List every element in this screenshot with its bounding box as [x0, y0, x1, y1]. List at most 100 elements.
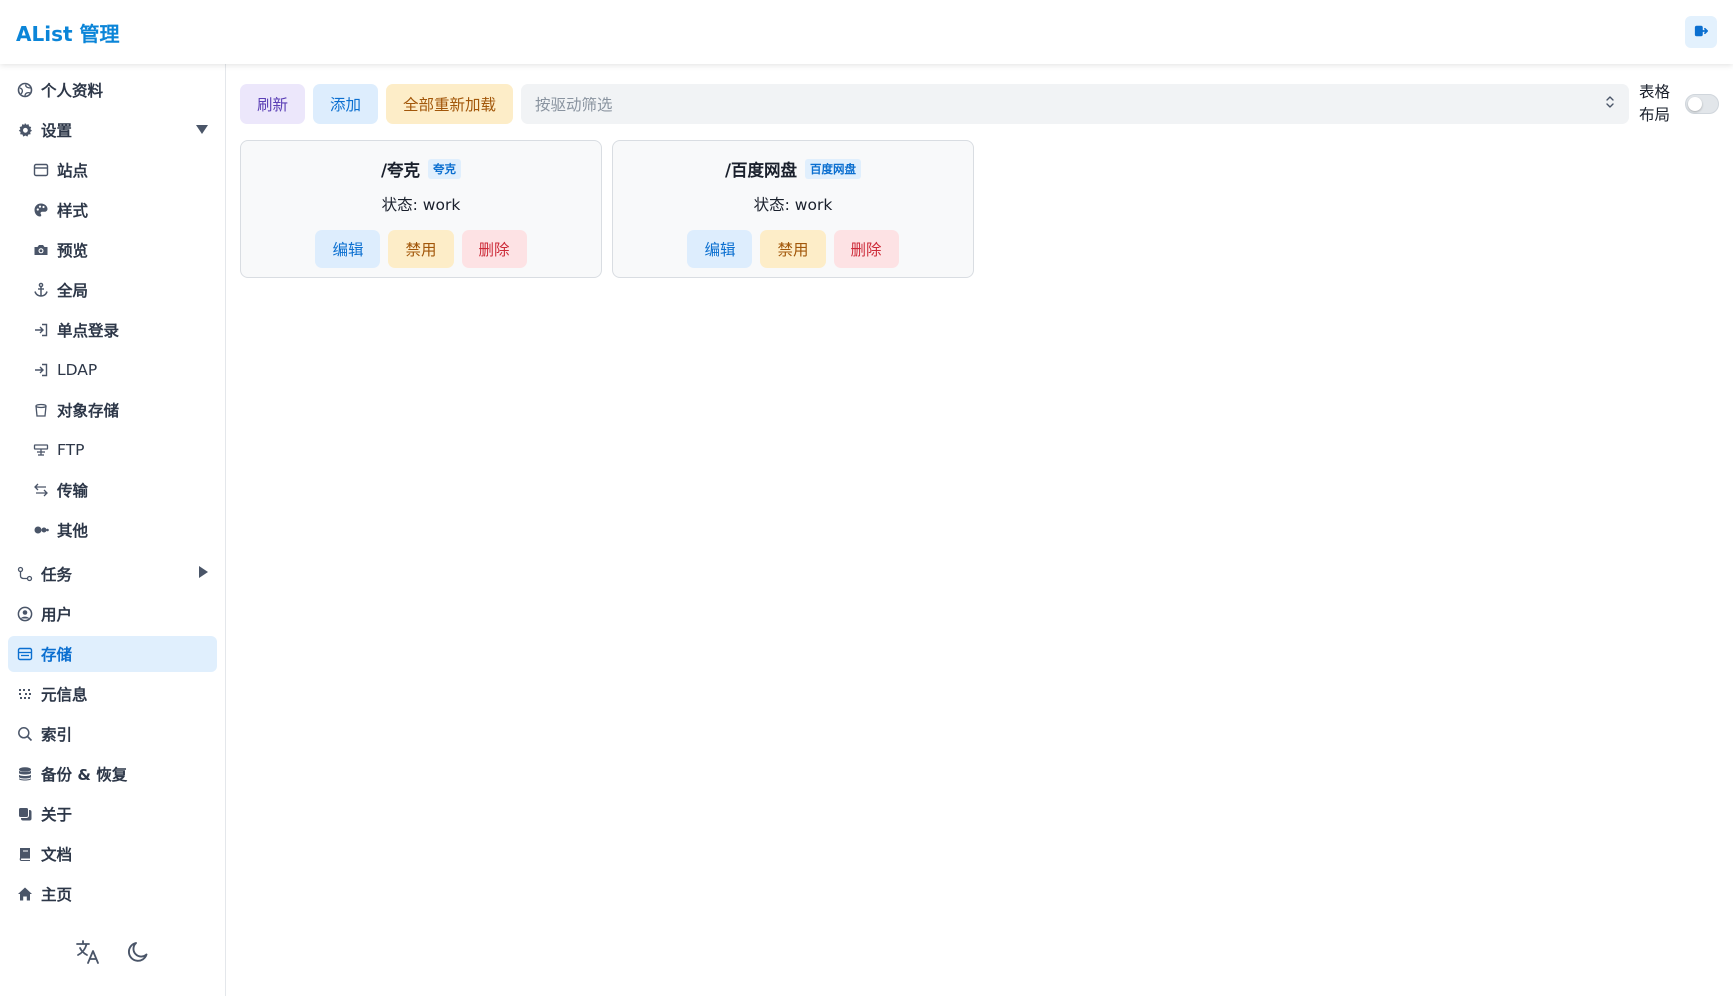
sidebar-item-profile[interactable]: 个人资料: [8, 72, 217, 108]
chevron-up-down-icon: [1605, 94, 1615, 114]
top-bar: AList 管理: [0, 0, 1733, 64]
logout-button[interactable]: [1685, 16, 1717, 48]
sidebar-item-label: 用户: [41, 606, 73, 624]
sidebar-item-label: 索引: [41, 726, 73, 744]
window-icon: [32, 161, 50, 179]
ftp-icon: [32, 441, 50, 459]
chevron-down-icon: [195, 121, 209, 139]
camera-icon: [32, 241, 50, 259]
about-icon: [16, 805, 34, 823]
transfer-icon: [32, 481, 50, 499]
sidebar-item-label: 对象存储: [57, 402, 120, 420]
disable-button[interactable]: 禁用: [760, 230, 826, 268]
book-icon: [16, 845, 34, 863]
storage-status: 状态: work: [753, 196, 833, 214]
sidebar-item-label: 传输: [57, 482, 89, 500]
storage-card: /百度网盘 百度网盘 状态: work 编辑 禁用 删除: [612, 140, 974, 278]
sidebar-item-users[interactable]: 用户: [8, 596, 217, 632]
sidebar-item-label: 样式: [57, 202, 89, 220]
sidebar-item-preview[interactable]: 预览: [8, 232, 217, 268]
sidebar-item-label: 文档: [41, 846, 73, 864]
sidebar-item-label: 备份 & 恢复: [41, 766, 128, 784]
sidebar-item-home[interactable]: 主页: [8, 876, 217, 912]
sidebar-item-site[interactable]: 站点: [8, 152, 217, 188]
edit-button[interactable]: 编辑: [687, 230, 753, 268]
anchor-icon: [32, 281, 50, 299]
storage-card-actions: 编辑 禁用 删除: [311, 230, 530, 268]
sidebar-item-label: 存储: [41, 646, 73, 664]
storage-mount-path: /百度网盘: [724, 161, 798, 180]
sidebar-item-settings[interactable]: 设置: [8, 112, 217, 148]
driver-filter-select[interactable]: 按驱动筛选: [521, 84, 1629, 124]
sidebar-item-style[interactable]: 样式: [8, 192, 217, 228]
sidebar-item-storages[interactable]: 存储: [8, 636, 217, 672]
sidebar-footer: [0, 938, 226, 966]
sidebar-item-indexes[interactable]: 索引: [8, 716, 217, 752]
home-icon: [16, 885, 34, 903]
sidebar: 个人资料 设置 站点 样式 预览 全局 单点登录 LDAP 对象存储 FTP 传…: [0, 64, 226, 996]
sidebar-item-label: 关于: [41, 806, 73, 824]
sidebar-item-label: 主页: [41, 886, 73, 904]
main-content: 刷新 添加 全部重新加载 按驱动筛选 表格 布局 /夸克 夸克 状态: work: [240, 81, 1719, 278]
sidebar-item-label: 站点: [57, 162, 89, 180]
sidebar-item-label: LDAP: [57, 361, 98, 379]
gear-icon: [16, 121, 34, 139]
delete-button[interactable]: 删除: [461, 230, 527, 268]
table-layout-label: 表格 布局: [1639, 83, 1671, 124]
delete-button[interactable]: 删除: [833, 230, 899, 268]
table-layout-switch: 表格 布局: [1639, 81, 1719, 127]
sidebar-item-label: 其他: [57, 522, 89, 540]
sidebar-item-backup-restore[interactable]: 备份 & 恢复: [8, 756, 217, 792]
driver-badge: 百度网盘: [805, 159, 862, 179]
sidebar-item-sso[interactable]: 单点登录: [8, 312, 217, 348]
sidebar-item-label: 个人资料: [41, 82, 104, 100]
profile-icon: [16, 81, 34, 99]
search-icon: [16, 725, 34, 743]
sidebar-item-label: 单点登录: [57, 322, 120, 340]
other-icon: [32, 521, 50, 539]
storage-card: /夸克 夸克 状态: work 编辑 禁用 删除: [240, 140, 602, 278]
sidebar-item-label: 预览: [57, 242, 89, 260]
sidebar-item-metas[interactable]: 元信息: [8, 676, 217, 712]
storage-card-list: /夸克 夸克 状态: work 编辑 禁用 删除 /百度网盘 百度网盘 状态: …: [240, 140, 1719, 278]
database-icon: [16, 765, 34, 783]
storage-card-actions: 编辑 禁用 删除: [683, 230, 902, 268]
palette-icon: [32, 201, 50, 219]
sidebar-item-tasks[interactable]: 任务: [8, 556, 217, 592]
storage-mount-path: /夸克: [380, 161, 421, 180]
sidebar-item-ftp[interactable]: FTP: [8, 432, 217, 468]
sidebar-item-about[interactable]: 关于: [8, 796, 217, 832]
sidebar-item-label: FTP: [57, 441, 85, 459]
sidebar-item-ldap[interactable]: LDAP: [8, 352, 217, 388]
sidebar-item-label: 任务: [41, 566, 73, 584]
storage-card-title: /夸克 夸克: [380, 157, 462, 181]
user-icon: [16, 605, 34, 623]
sidebar-item-other[interactable]: 其他: [8, 512, 217, 548]
add-button[interactable]: 添加: [313, 84, 379, 124]
logout-icon: [1694, 23, 1709, 42]
edit-button[interactable]: 编辑: [315, 230, 381, 268]
storage-status: 状态: work: [381, 196, 461, 214]
login-icon: [32, 321, 50, 339]
meta-icon: [16, 685, 34, 703]
table-layout-toggle[interactable]: [1685, 94, 1719, 114]
storage-icon: [16, 645, 34, 663]
reload-all-button[interactable]: 全部重新加载: [386, 84, 514, 124]
driver-badge: 夸克: [428, 159, 462, 179]
refresh-button[interactable]: 刷新: [240, 84, 306, 124]
bucket-icon: [32, 401, 50, 419]
sidebar-item-docs[interactable]: 文档: [8, 836, 217, 872]
sidebar-item-s3[interactable]: 对象存储: [8, 392, 217, 428]
sidebar-item-transfer[interactable]: 传输: [8, 472, 217, 508]
sidebar-item-label: 设置: [41, 122, 73, 140]
sidebar-item-global[interactable]: 全局: [8, 272, 217, 308]
storage-card-title: /百度网盘 百度网盘: [724, 157, 862, 181]
login-icon: [32, 361, 50, 379]
task-icon: [16, 565, 34, 583]
dark-mode-icon[interactable]: [124, 938, 152, 966]
app-title[interactable]: AList 管理: [16, 18, 120, 47]
storage-toolbar: 刷新 添加 全部重新加载 按驱动筛选 表格 布局: [240, 81, 1719, 127]
toggle-knob: [1688, 97, 1702, 111]
disable-button[interactable]: 禁用: [388, 230, 454, 268]
translate-icon[interactable]: [74, 938, 102, 966]
